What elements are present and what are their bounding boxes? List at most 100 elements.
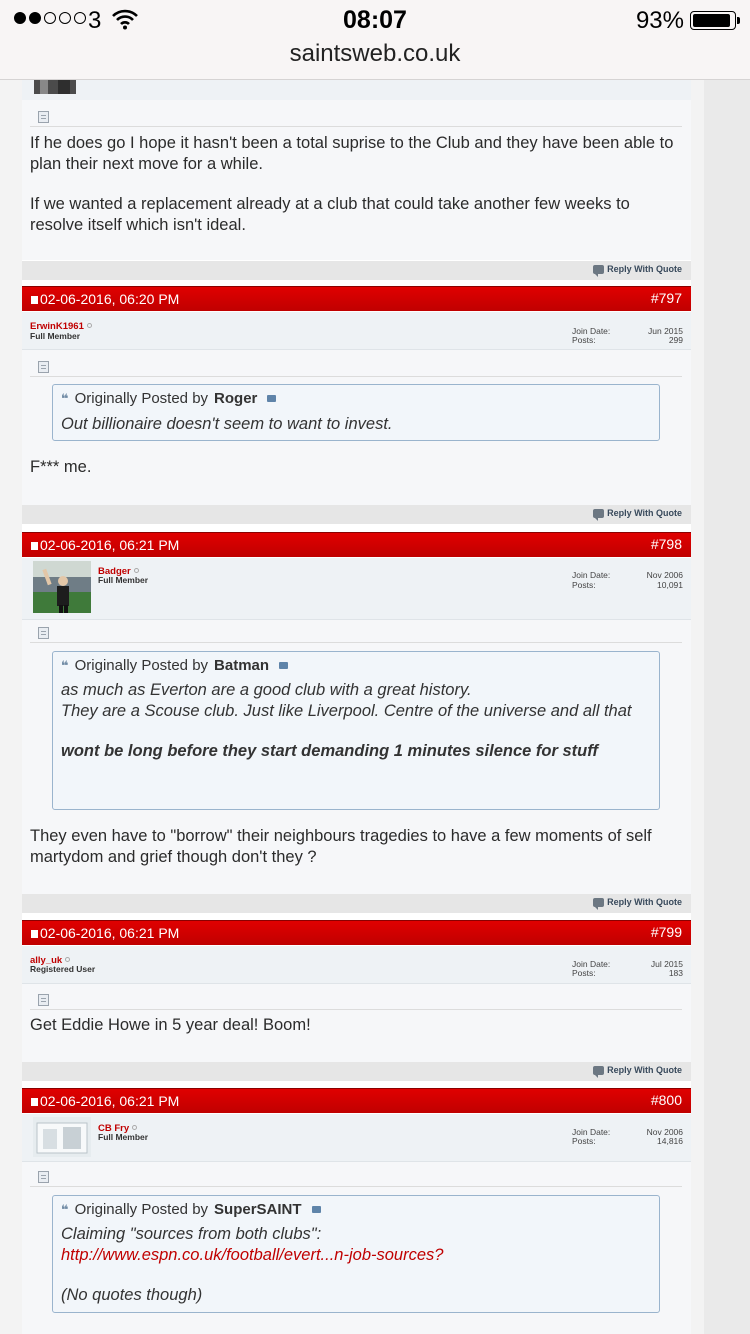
posts-label: Posts:	[572, 1136, 596, 1146]
quote-header: ❝ Originally Posted by SuperSAINT	[61, 1201, 321, 1218]
join-date-label: Join Date:	[572, 570, 611, 580]
user-info: Badger Full Member Join Date: Posts: Nov…	[22, 558, 691, 620]
user-info: ally_uk Registered User Join Date: Posts…	[22, 946, 691, 984]
reply-icon	[593, 897, 605, 910]
post-footer: Reply With Quote	[22, 505, 691, 524]
post-number-link[interactable]: #798	[651, 536, 682, 552]
post-date: 02-06-2016, 06:21 PM	[40, 1093, 180, 1109]
post-text: Get Eddie Howe in 5 year deal! Boom!	[30, 1016, 311, 1034]
quote-label: Originally Posted by	[74, 1201, 209, 1218]
user-rank: Registered User	[30, 964, 96, 974]
post-icon	[31, 296, 38, 304]
posts-label: Posts:	[572, 580, 596, 590]
separator	[30, 1009, 682, 1010]
post-header: 02-06-2016, 06:21 PM #800	[22, 1088, 691, 1113]
quote-bold-line: wont be long before they start demanding…	[61, 742, 598, 760]
view-post-icon[interactable]	[311, 1206, 321, 1213]
reply-with-quote-button[interactable]: Reply With Quote	[593, 1065, 682, 1078]
quote-label: Originally Posted by	[74, 657, 209, 674]
post-footer: Reply With Quote	[22, 894, 691, 913]
quote-header: ❝ Originally Posted by Roger	[61, 390, 277, 407]
reply-icon	[593, 264, 605, 277]
join-date-value: Nov 2006	[646, 570, 683, 580]
reply-with-quote-button[interactable]: Reply With Quote	[593, 264, 682, 277]
offline-icon	[86, 323, 92, 328]
posts-count: 10,091	[657, 580, 683, 590]
reply-icon	[593, 508, 605, 521]
post-body: Get Eddie Howe in 5 year deal! Boom!	[22, 984, 691, 1062]
posts-label: Posts:	[572, 968, 596, 978]
post-number-link[interactable]: #800	[651, 1092, 682, 1108]
post-date: 02-06-2016, 06:21 PM	[40, 925, 180, 941]
post-icon	[38, 994, 49, 1006]
separator	[30, 376, 682, 377]
quote-line: (No quotes though)	[61, 1286, 203, 1304]
view-post-icon[interactable]	[279, 662, 289, 669]
post-body: ❝ Originally Posted by SuperSAINT Claimi…	[22, 1162, 691, 1334]
battery-icon	[690, 11, 740, 30]
post-icon	[38, 627, 49, 639]
user-info: ErwinK1961 Full Member Join Date: Posts:…	[22, 312, 691, 350]
quote-text: Out billionaire doesn't seem to want to …	[61, 415, 393, 433]
posts-count: 183	[668, 968, 683, 978]
quote-line: as much as Everton are a good club with …	[61, 681, 472, 699]
post-number-link[interactable]: #799	[651, 924, 682, 940]
separator	[30, 1186, 682, 1187]
right-margin	[704, 0, 750, 1334]
thread-content: If he does go I hope it hasn't been a to…	[22, 0, 691, 1334]
browser-top-bar: 3 08:07 93% saintsweb.co.uk	[0, 0, 750, 80]
post-body: ❝ Originally Posted by Batman as much as…	[22, 620, 691, 894]
status-bar: 3 08:07 93%	[0, 0, 750, 40]
reply-label: Reply With Quote	[607, 264, 682, 274]
offline-icon	[132, 1125, 138, 1130]
quote-icon: ❝	[61, 390, 69, 406]
post-number-link[interactable]: #797	[651, 290, 682, 306]
post-icon	[31, 930, 38, 938]
quote-icon: ❝	[61, 657, 69, 673]
post-icon	[31, 1098, 38, 1106]
post-header: 02-06-2016, 06:20 PM #797	[22, 286, 691, 311]
quote-text: as much as Everton are a good club with …	[61, 680, 655, 762]
posts-label: Posts:	[572, 335, 596, 345]
separator	[30, 126, 682, 127]
avatar[interactable]	[33, 561, 91, 613]
post-icon	[38, 361, 49, 373]
view-post-icon[interactable]	[267, 395, 277, 402]
quote-link[interactable]: http://www.espn.co.uk/football/evert...n…	[61, 1246, 443, 1264]
post-footer: Reply With Quote	[22, 1062, 691, 1081]
offline-icon	[65, 957, 71, 962]
quote-box: ❝ Originally Posted by Batman as much as…	[52, 651, 660, 810]
quote-text: Claiming "sources from both clubs": http…	[61, 1224, 655, 1306]
quote-icon: ❝	[61, 1201, 69, 1217]
post-paragraph: If he does go I hope it hasn't been a to…	[30, 134, 674, 173]
post-header: 02-06-2016, 06:21 PM #799	[22, 920, 691, 945]
reply-with-quote-button[interactable]: Reply With Quote	[593, 897, 682, 910]
quote-author: Roger	[214, 390, 258, 407]
quote-line: They are a Scouse club. Just like Liverp…	[61, 701, 632, 720]
reply-with-quote-button[interactable]: Reply With Quote	[593, 508, 682, 521]
posts-count: 299	[668, 335, 683, 345]
reply-icon	[593, 1065, 605, 1078]
post-date: 02-06-2016, 06:20 PM	[40, 291, 180, 307]
post-paragraph: If we wanted a replacement already at a …	[30, 195, 630, 234]
battery-percent: 93%	[635, 7, 684, 34]
user-rank: Full Member	[98, 575, 149, 585]
post-text: If he does go I hope it hasn't been a to…	[30, 133, 685, 235]
offline-icon	[133, 568, 139, 573]
reply-label: Reply With Quote	[607, 508, 682, 518]
quote-label: Originally Posted by	[74, 390, 209, 407]
avatar[interactable]	[33, 1117, 91, 1157]
post-body: ❝ Originally Posted by Roger Out billion…	[22, 350, 691, 505]
post-header: 02-06-2016, 06:21 PM #798	[22, 532, 691, 557]
address-bar[interactable]: saintsweb.co.uk	[0, 40, 750, 68]
post-icon	[38, 111, 49, 123]
quote-header: ❝ Originally Posted by Batman	[61, 657, 289, 674]
post-text: They even have to "borrow" their neighbo…	[30, 827, 652, 866]
quote-author: Batman	[214, 657, 270, 674]
quote-box: ❝ Originally Posted by SuperSAINT Claimi…	[52, 1195, 660, 1313]
post-icon	[31, 542, 38, 550]
quote-box: ❝ Originally Posted by Roger Out billion…	[52, 384, 660, 441]
user-rank: Full Member	[30, 331, 81, 341]
user-rank: Full Member	[98, 1132, 149, 1142]
quote-author: SuperSAINT	[214, 1201, 302, 1218]
